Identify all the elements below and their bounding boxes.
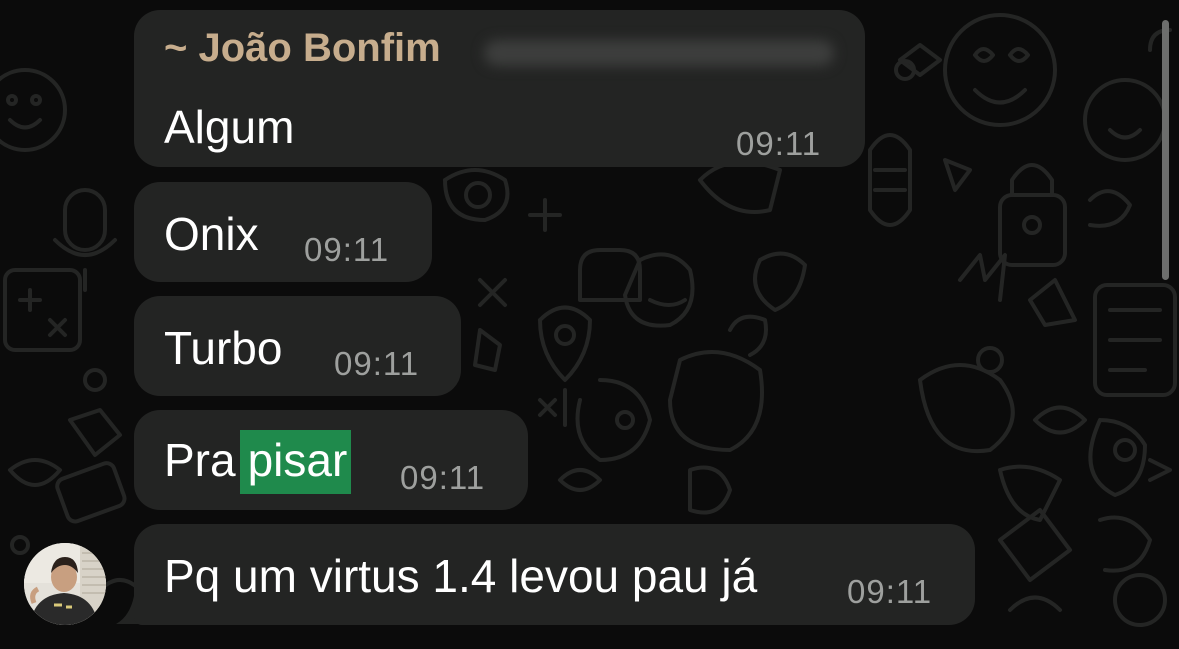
- message-bubble[interactable]: ~ João Bonfim Algum 09:11: [134, 10, 865, 167]
- chat-view[interactable]: ~ João Bonfim Algum 09:11 Onix 09:11 Tur…: [0, 0, 1179, 649]
- message-text: Pq um virtus 1.4 levou pau já: [164, 550, 758, 602]
- message-text: Pra pisar: [164, 430, 352, 494]
- message-text-plain: Pra: [164, 434, 236, 486]
- message-time: 09:11: [736, 125, 822, 162]
- avatar-photo-icon: [24, 543, 106, 625]
- message-text: Algum: [164, 101, 295, 153]
- message-time: 09:11: [304, 231, 390, 268]
- message-time: 09:11: [334, 345, 420, 382]
- message-text: Turbo: [164, 322, 283, 374]
- message-bubble[interactable]: Pq um virtus 1.4 levou pau já 09:11: [134, 524, 975, 625]
- message-text: Onix: [164, 208, 259, 260]
- message-time: 09:11: [400, 459, 486, 496]
- avatar[interactable]: [24, 543, 106, 625]
- search-highlight: pisar: [239, 430, 352, 494]
- message-bubble[interactable]: Pra pisar 09:11: [134, 410, 528, 510]
- sender-name[interactable]: ~ João Bonfim: [164, 26, 441, 71]
- message-bubble[interactable]: Turbo 09:11: [134, 296, 461, 396]
- message-time: 09:11: [847, 573, 933, 610]
- blurred-phone-number: [484, 40, 834, 66]
- scrollbar[interactable]: [1162, 20, 1169, 280]
- message-bubble[interactable]: Onix 09:11: [134, 182, 432, 282]
